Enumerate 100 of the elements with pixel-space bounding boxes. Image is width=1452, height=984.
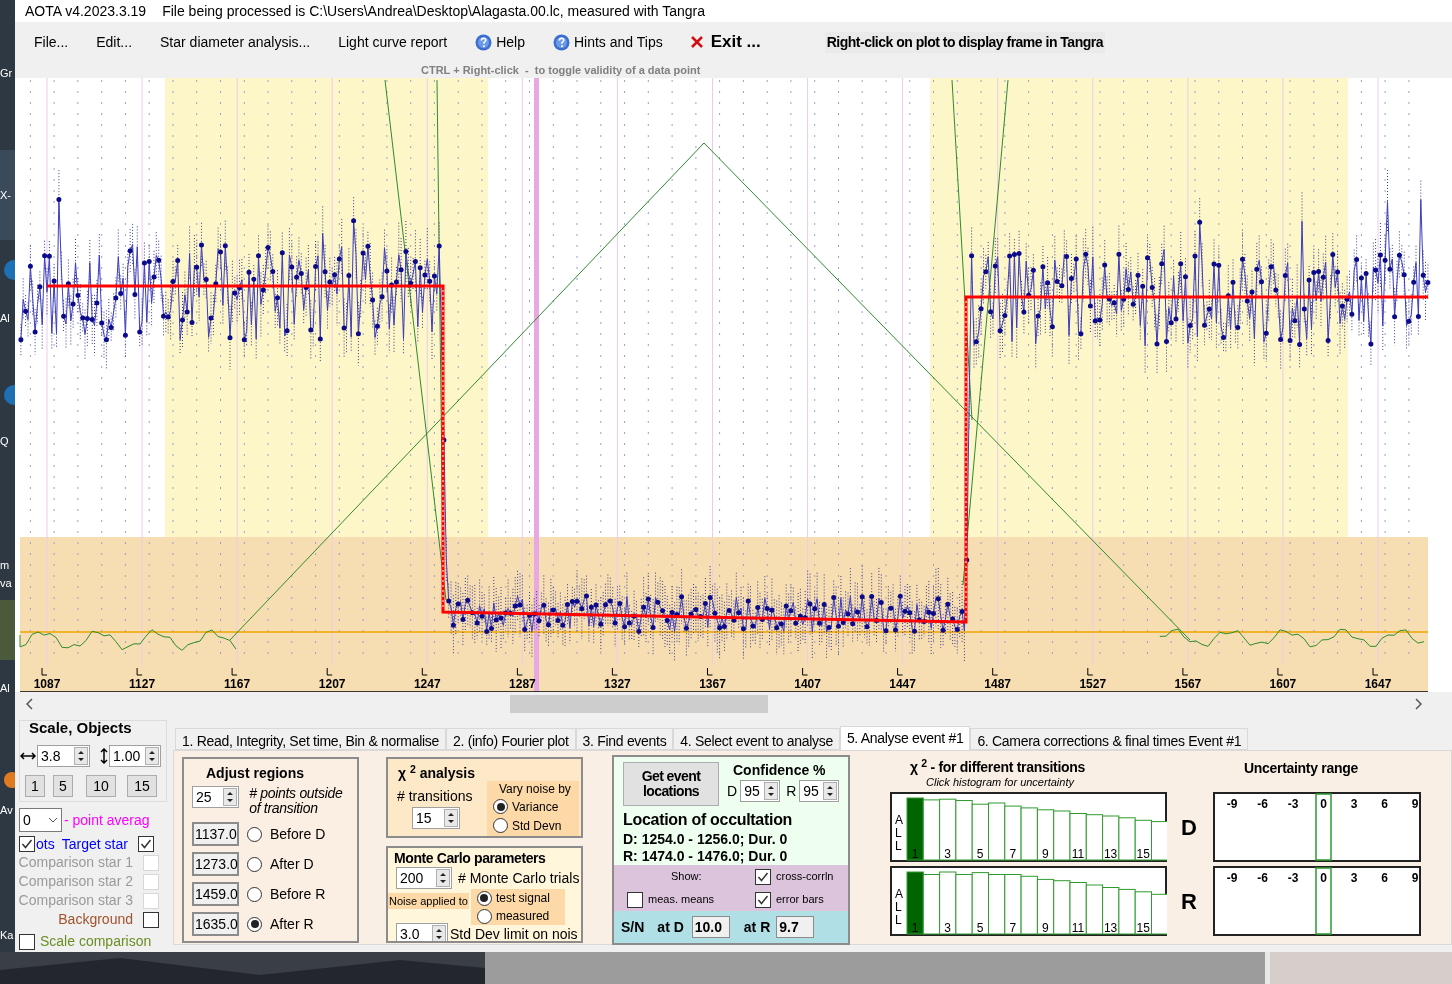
spin-arrows-icon xyxy=(764,782,779,800)
bar-label: 7 xyxy=(1009,921,1017,935)
histogram-bar[interactable] xyxy=(1036,809,1055,861)
spin-field[interactable]: 95 xyxy=(740,780,781,802)
axis-tick-label: 9 xyxy=(1411,797,1419,811)
help-icon xyxy=(552,33,570,51)
menu-item[interactable]: Hints and Tips xyxy=(552,31,663,53)
file-info: File being processed is C:\Users\Andrea\Desktop\Alagasta.00.lc, measured with Tangra xyxy=(162,1,706,21)
radio-label: Before D xyxy=(270,824,326,844)
trials-label: # Monte Carlo trials xyxy=(458,868,580,888)
scale-preset-button[interactable]: 10 xyxy=(86,775,116,797)
tab[interactable]: 3. Find events xyxy=(575,728,674,750)
tick-mark xyxy=(41,667,48,676)
tick-mark xyxy=(611,667,618,676)
noise-applied-label: Noise applied to xyxy=(388,893,469,909)
region-value-field[interactable]: 1635.0 xyxy=(192,912,239,936)
tick-mark xyxy=(421,667,428,676)
object-label: Comparison star 3 xyxy=(18,891,133,910)
checkbox[interactable] xyxy=(19,836,35,852)
histogram-bar[interactable] xyxy=(1069,882,1087,935)
menu-item[interactable]: File... xyxy=(34,31,69,53)
histogram-bar[interactable] xyxy=(1118,817,1136,861)
region-value-field[interactable]: 1459.0 xyxy=(192,882,239,906)
uncertainty-marker xyxy=(1315,867,1332,935)
tick-label: 1247 xyxy=(413,677,441,691)
bar-label: 11 xyxy=(1071,847,1085,861)
radio-button[interactable] xyxy=(247,916,262,932)
menu-item[interactable]: Star diameter analysis... xyxy=(160,31,311,53)
spin-arrows-icon xyxy=(436,869,450,887)
spin-field[interactable]: 25 xyxy=(192,786,240,808)
histogram-bar[interactable] xyxy=(1069,813,1087,861)
checkbox-label: cross-corrln xyxy=(776,869,834,885)
scroll-right-icon[interactable] xyxy=(1414,698,1422,710)
axis-tick-label: 6 xyxy=(1381,797,1388,811)
points-outside-label: # points outside of transition xyxy=(249,786,344,816)
bar-label: 9 xyxy=(1042,847,1049,861)
spin-field[interactable]: 15 xyxy=(412,807,460,829)
spin-arrows-icon xyxy=(74,747,88,765)
spin-field[interactable]: 3.0 xyxy=(396,923,448,941)
region-value-field[interactable]: 1137.0 xyxy=(192,822,239,846)
exit-menu-item[interactable]: Exit ... xyxy=(690,29,761,55)
histogram-bar[interactable] xyxy=(971,872,989,935)
radio-button[interactable] xyxy=(476,890,492,906)
histogram-bar[interactable] xyxy=(1134,891,1152,935)
menu-item[interactable]: Light curve report xyxy=(338,31,448,53)
chart-title: Uncertainty range xyxy=(1244,759,1358,778)
tab[interactable]: 2. (info) Fourier plot xyxy=(446,728,576,750)
checkbox[interactable] xyxy=(19,933,35,950)
histogram-bar[interactable] xyxy=(971,803,989,861)
region-value-field[interactable]: 1273.0 xyxy=(192,852,239,876)
radio-button[interactable] xyxy=(247,826,262,842)
checkbox[interactable] xyxy=(627,891,643,908)
histogram-bar[interactable] xyxy=(1134,819,1152,861)
group-title: Scale, Objects xyxy=(28,719,133,737)
checkbox-label: error bars xyxy=(776,892,824,908)
spin-arrows-icon xyxy=(444,809,458,827)
scale-preset-button[interactable]: 5 xyxy=(53,775,73,797)
axis-tick-label: -6 xyxy=(1257,871,1268,885)
checkbox[interactable] xyxy=(755,868,771,885)
tab[interactable]: 5. Analyse event #1 xyxy=(839,726,971,750)
checkbox[interactable] xyxy=(143,911,159,928)
group-title: Adjust regions xyxy=(205,765,305,781)
bar-label: 1 xyxy=(911,847,919,861)
get-event-locations-button[interactable]: Get event locations xyxy=(623,762,719,806)
radio-button[interactable] xyxy=(476,908,492,924)
transition-label: D xyxy=(1181,813,1198,842)
checkbox[interactable] xyxy=(755,891,771,908)
tick-label: 1487 xyxy=(984,677,1012,691)
scale-preset-button[interactable]: 15 xyxy=(127,775,157,797)
radio-button[interactable] xyxy=(493,818,508,833)
tab[interactable]: 1. Read, Integrity, Set time, Bin & normalise xyxy=(175,728,447,750)
spin-field[interactable]: 1.00 xyxy=(109,745,161,767)
checkbox[interactable] xyxy=(137,836,154,852)
histogram-bar[interactable] xyxy=(939,871,957,935)
group-title: χ $^{2}$ analysis xyxy=(398,763,476,783)
tick-label: 1407 xyxy=(794,677,821,691)
spin-field[interactable]: 3.8 xyxy=(37,745,90,767)
tab[interactable]: 4. Select event to analyse xyxy=(673,728,840,750)
histogram-bar[interactable] xyxy=(1102,887,1120,935)
radio-button[interactable] xyxy=(247,886,262,902)
histogram-bar[interactable] xyxy=(1151,821,1167,861)
scroll-left-icon[interactable] xyxy=(26,698,34,710)
menu-item[interactable]: Help xyxy=(475,31,525,53)
radio-label: measured xyxy=(495,908,550,925)
dropdown[interactable]: 0 xyxy=(19,808,62,832)
tab[interactable]: 6. Camera corrections & final times Event #1 xyxy=(970,728,1249,750)
radio-button[interactable] xyxy=(247,856,262,872)
scrollbar-thumb[interactable] xyxy=(510,695,768,713)
chart-title: χ $^{2}$ - for different transitions xyxy=(909,758,1086,776)
menu-item[interactable]: Edit... xyxy=(96,31,133,53)
histogram-bar[interactable] xyxy=(1151,893,1167,935)
histogram-bar[interactable] xyxy=(939,798,957,861)
histogram-bar[interactable] xyxy=(1036,878,1055,935)
sn-label: S/N xyxy=(621,917,645,937)
radio-button[interactable] xyxy=(493,799,508,814)
bar-label: 5 xyxy=(976,847,984,861)
histogram-bar[interactable] xyxy=(1102,815,1120,861)
scale-preset-button[interactable]: 1 xyxy=(25,775,45,797)
spin-field[interactable]: 95 xyxy=(799,780,840,802)
spin-field[interactable]: 200 xyxy=(396,867,452,889)
